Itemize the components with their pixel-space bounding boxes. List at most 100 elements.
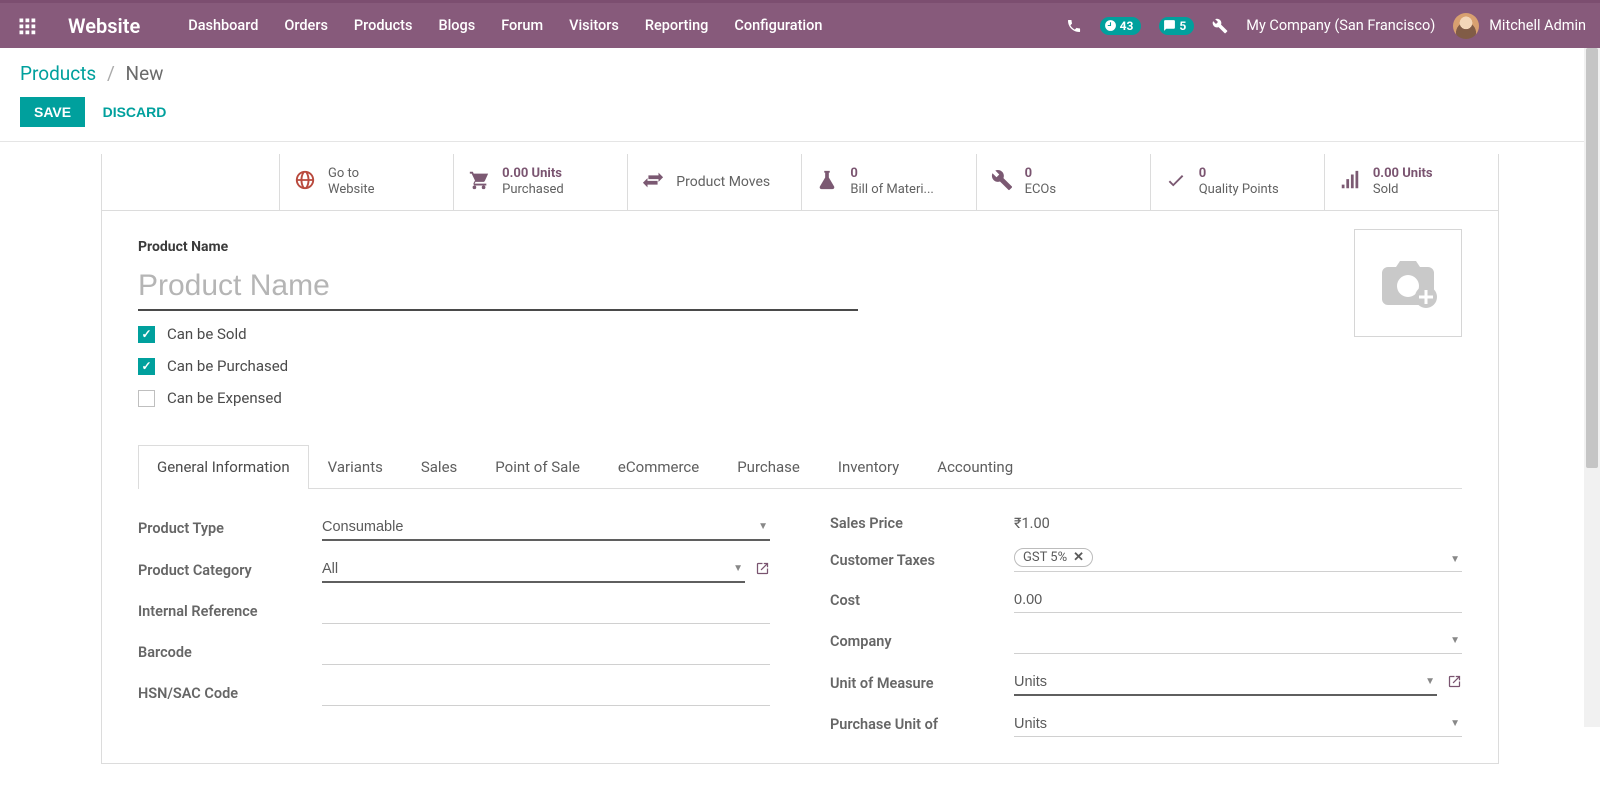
stat-go-l1: Go to: [328, 166, 359, 181]
stat-spacer: [102, 154, 280, 210]
stat-product-moves[interactable]: Product Moves: [628, 154, 802, 210]
stat-purchased[interactable]: 0.00 UnitsPurchased: [454, 154, 628, 210]
menu-blogs[interactable]: Blogs: [438, 17, 475, 34]
stat-purchased-label: Purchased: [502, 182, 564, 197]
tab-accounting[interactable]: Accounting: [918, 445, 1032, 488]
sales-price-value[interactable]: ₹1.00: [1014, 515, 1050, 532]
camera-plus-icon: [1376, 255, 1440, 311]
product-type-label: Product Type: [138, 520, 322, 537]
activities-badge: 43: [1120, 19, 1134, 33]
right-column: Sales Price ₹1.00 Customer Taxes GST 5% …: [830, 515, 1462, 753]
hsn-input[interactable]: [322, 681, 770, 706]
product-category-select[interactable]: [322, 557, 745, 583]
stat-sold-value: 0.00 Units: [1373, 166, 1433, 181]
flask-icon: [816, 169, 838, 195]
customer-taxes-label: Customer Taxes: [830, 552, 1014, 569]
top-navbar: Website Dashboard Orders Products Blogs …: [0, 0, 1600, 48]
breadcrumb: Products / New: [20, 62, 1580, 85]
main-menu: Dashboard Orders Products Blogs Forum Vi…: [188, 17, 1065, 34]
save-button[interactable]: SAVE: [20, 97, 85, 127]
tax-tag-remove-icon[interactable]: ✕: [1073, 550, 1084, 565]
stat-ecos-label: ECOs: [1025, 182, 1057, 197]
tab-sales[interactable]: Sales: [402, 445, 476, 488]
stat-moves-label: Product Moves: [676, 174, 770, 190]
uom-select[interactable]: [1014, 670, 1437, 696]
debug-icon[interactable]: [1212, 18, 1228, 34]
menu-products[interactable]: Products: [354, 17, 413, 34]
breadcrumb-current: New: [126, 62, 164, 85]
can-be-expensed-label: Can be Expensed: [167, 389, 282, 407]
stat-quality-points[interactable]: 0Quality Points: [1151, 154, 1325, 210]
external-link-icon[interactable]: [1447, 674, 1462, 693]
internal-ref-input[interactable]: [322, 599, 770, 624]
avatar-icon: [1453, 13, 1479, 39]
can-be-sold-row: Can be Sold: [138, 325, 1462, 343]
cost-label: Cost: [830, 592, 1014, 609]
sales-price-label: Sales Price: [830, 515, 1014, 532]
general-info-fields: Product Type ▼ Product Category ▼ Intern…: [102, 489, 1498, 763]
user-menu[interactable]: Mitchell Admin: [1453, 13, 1586, 39]
messages-icon[interactable]: 5: [1159, 17, 1194, 35]
can-be-purchased-checkbox[interactable]: [138, 358, 155, 375]
stat-bom[interactable]: 0Bill of Materi...: [802, 154, 976, 210]
tab-general-information[interactable]: General Information: [138, 445, 309, 489]
product-name-input[interactable]: [138, 263, 858, 311]
menu-reporting[interactable]: Reporting: [645, 17, 709, 34]
bars-icon: [1339, 169, 1361, 195]
app-brand[interactable]: Website: [68, 14, 140, 38]
tab-point-of-sale[interactable]: Point of Sale: [476, 445, 599, 488]
can-be-expensed-row: Can be Expensed: [138, 389, 1462, 407]
company-switcher[interactable]: My Company (San Francisco): [1246, 17, 1435, 34]
chevron-down-icon: ▼: [1450, 554, 1460, 565]
stat-bom-value: 0: [850, 166, 857, 181]
menu-orders[interactable]: Orders: [284, 17, 328, 34]
discard-button[interactable]: DISCARD: [89, 97, 181, 127]
scrollbar-thumb[interactable]: [1586, 48, 1598, 468]
barcode-label: Barcode: [138, 644, 322, 661]
can-be-expensed-checkbox[interactable]: [138, 390, 155, 407]
breadcrumb-root[interactable]: Products: [20, 62, 96, 85]
internal-ref-label: Internal Reference: [138, 603, 322, 620]
stat-sold-label: Sold: [1373, 182, 1399, 197]
product-type-select[interactable]: [322, 515, 770, 541]
can-be-purchased-row: Can be Purchased: [138, 357, 1462, 375]
stat-sold[interactable]: 0.00 UnitsSold: [1325, 154, 1498, 210]
left-column: Product Type ▼ Product Category ▼ Intern…: [138, 515, 770, 753]
cost-input[interactable]: [1014, 588, 1462, 613]
control-panel: Products / New SAVE DISCARD: [0, 48, 1600, 142]
product-image-upload[interactable]: [1354, 229, 1462, 337]
stat-ecos[interactable]: 0ECOs: [977, 154, 1151, 210]
customer-tax-tag[interactable]: GST 5% ✕: [1014, 548, 1093, 567]
puom-label: Purchase Unit of: [830, 716, 1014, 733]
external-link-icon[interactable]: [755, 561, 770, 580]
wrench-icon: [991, 169, 1013, 195]
company-select[interactable]: [1014, 629, 1462, 654]
breadcrumb-separator: /: [107, 62, 115, 85]
can-be-purchased-label: Can be Purchased: [167, 357, 288, 375]
puom-select[interactable]: [1014, 712, 1462, 737]
tab-ecommerce[interactable]: eCommerce: [599, 445, 718, 488]
menu-visitors[interactable]: Visitors: [569, 17, 619, 34]
stat-button-bar: Go toWebsite 0.00 UnitsPurchased Product…: [102, 154, 1498, 211]
apps-menu-icon[interactable]: [14, 13, 40, 39]
vertical-scrollbar[interactable]: [1584, 48, 1600, 727]
globe-icon: [294, 169, 316, 195]
company-label: Company: [830, 633, 1014, 650]
hsn-label: HSN/SAC Code: [138, 685, 322, 702]
menu-forum[interactable]: Forum: [501, 17, 543, 34]
user-name: Mitchell Admin: [1489, 17, 1586, 34]
stat-qp-value: 0: [1199, 166, 1206, 181]
tab-purchase[interactable]: Purchase: [718, 445, 819, 488]
can-be-sold-checkbox[interactable]: [138, 326, 155, 343]
stat-go-to-website[interactable]: Go toWebsite: [280, 154, 454, 210]
tab-variants[interactable]: Variants: [309, 445, 402, 488]
activities-icon[interactable]: 43: [1100, 17, 1142, 35]
phone-icon[interactable]: [1066, 18, 1082, 34]
cart-icon: [468, 169, 490, 195]
form-sheet: Go toWebsite 0.00 UnitsPurchased Product…: [101, 154, 1499, 764]
tab-inventory[interactable]: Inventory: [819, 445, 918, 488]
menu-dashboard[interactable]: Dashboard: [188, 17, 258, 34]
barcode-input[interactable]: [322, 640, 770, 665]
stat-qp-label: Quality Points: [1199, 182, 1279, 197]
menu-configuration[interactable]: Configuration: [734, 17, 822, 34]
